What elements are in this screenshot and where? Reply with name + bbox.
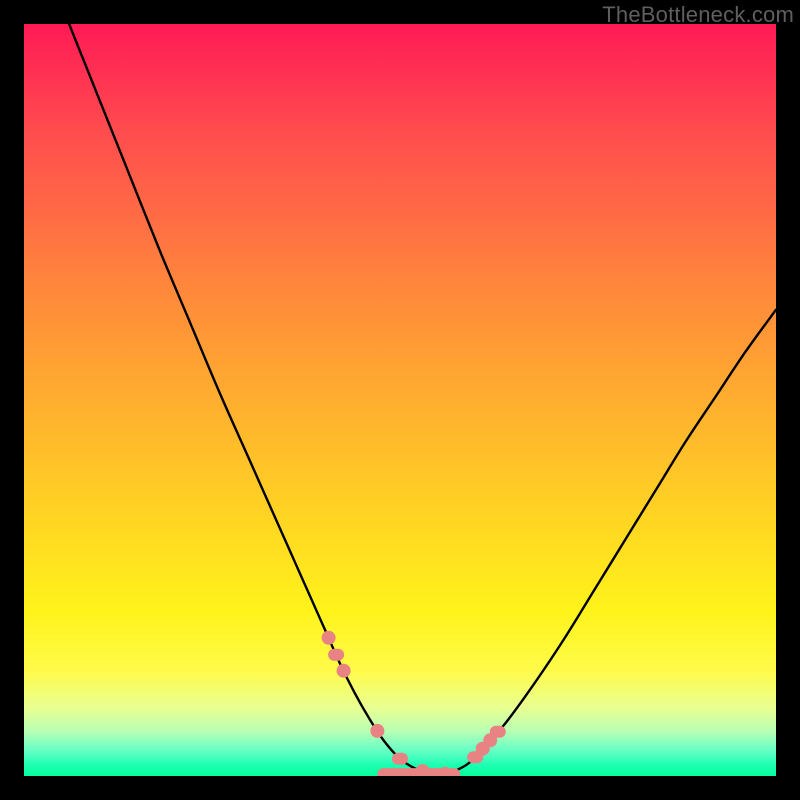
watermark-text: TheBottleneck.com (602, 2, 794, 28)
plot-area (24, 24, 776, 776)
ideal-marker (322, 631, 336, 645)
ideal-marker (490, 726, 506, 738)
chart-frame: TheBottleneck.com (0, 0, 800, 800)
bottleneck-curve-path (69, 24, 776, 774)
ideal-marker (328, 649, 344, 661)
ideal-marker-bar (377, 768, 460, 776)
ideal-marker (337, 664, 351, 678)
bottleneck-curve-svg (24, 24, 776, 776)
ideal-marker (370, 724, 384, 738)
ideal-marker (392, 753, 408, 765)
ideal-zone-markers (322, 631, 506, 776)
